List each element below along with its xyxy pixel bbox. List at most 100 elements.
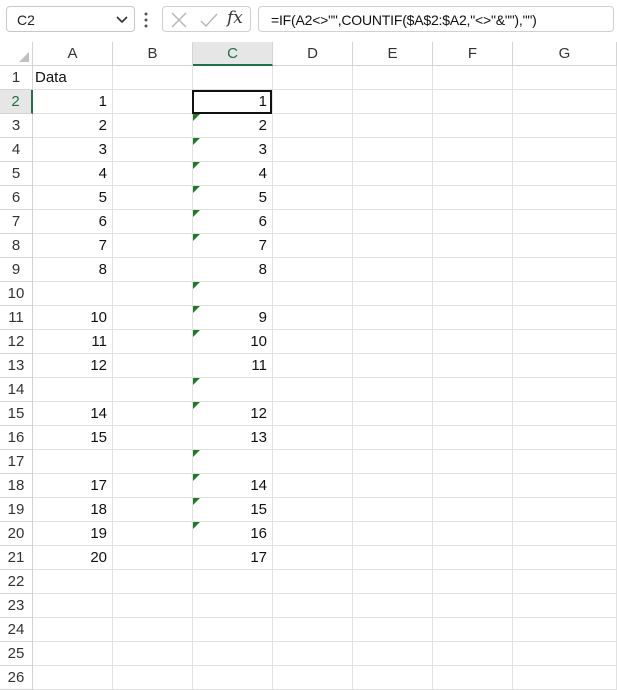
cell-g20[interactable] (513, 522, 617, 546)
more-options-icon[interactable] (143, 11, 149, 29)
error-indicator-icon[interactable] (193, 522, 200, 529)
cell-b2[interactable] (113, 90, 193, 114)
cell-c14[interactable] (193, 378, 273, 402)
cell-g8[interactable] (513, 234, 617, 258)
cell-a15[interactable]: 14 (33, 402, 113, 426)
cell-a6[interactable]: 5 (33, 186, 113, 210)
cell-g17[interactable] (513, 450, 617, 474)
name-box[interactable]: C2 (6, 6, 135, 32)
cell-b21[interactable] (113, 546, 193, 570)
cell-e15[interactable] (353, 402, 433, 426)
cell-c18[interactable]: 14 (193, 474, 273, 498)
cell-a4[interactable]: 3 (33, 138, 113, 162)
error-indicator-icon[interactable] (193, 450, 200, 457)
cell-f20[interactable] (433, 522, 513, 546)
cell-d13[interactable] (273, 354, 353, 378)
cell-c6[interactable]: 5 (193, 186, 273, 210)
error-indicator-icon[interactable] (193, 210, 200, 217)
cell-e21[interactable] (353, 546, 433, 570)
cell-d7[interactable] (273, 210, 353, 234)
cell-g10[interactable] (513, 282, 617, 306)
cell-f26[interactable] (433, 666, 513, 690)
cell-c17[interactable] (193, 450, 273, 474)
error-indicator-icon[interactable] (193, 114, 200, 121)
cell-e16[interactable] (353, 426, 433, 450)
cell-c24[interactable] (193, 618, 273, 642)
cell-f2[interactable] (433, 90, 513, 114)
cell-a21[interactable]: 20 (33, 546, 113, 570)
cell-f23[interactable] (433, 594, 513, 618)
cell-e4[interactable] (353, 138, 433, 162)
cell-b22[interactable] (113, 570, 193, 594)
cell-b18[interactable] (113, 474, 193, 498)
cell-a11[interactable]: 10 (33, 306, 113, 330)
cell-b26[interactable] (113, 666, 193, 690)
error-indicator-icon[interactable] (193, 474, 200, 481)
cell-d4[interactable] (273, 138, 353, 162)
cell-c7[interactable]: 6 (193, 210, 273, 234)
cell-f5[interactable] (433, 162, 513, 186)
error-indicator-icon[interactable] (193, 402, 200, 409)
cell-a1[interactable]: Data (33, 66, 113, 90)
cell-b5[interactable] (113, 162, 193, 186)
cell-c25[interactable] (193, 642, 273, 666)
cell-g26[interactable] (513, 666, 617, 690)
cell-c4[interactable]: 3 (193, 138, 273, 162)
column-header-a[interactable]: A (33, 42, 113, 66)
cell-e7[interactable] (353, 210, 433, 234)
column-header-b[interactable]: B (113, 42, 193, 66)
row-header-8[interactable]: 8 (0, 234, 33, 258)
row-header-26[interactable]: 26 (0, 666, 33, 690)
cell-e17[interactable] (353, 450, 433, 474)
row-header-25[interactable]: 25 (0, 642, 33, 666)
cell-f9[interactable] (433, 258, 513, 282)
cell-e9[interactable] (353, 258, 433, 282)
cell-g14[interactable] (513, 378, 617, 402)
cell-f24[interactable] (433, 618, 513, 642)
cell-f8[interactable] (433, 234, 513, 258)
cell-d12[interactable] (273, 330, 353, 354)
cell-a23[interactable] (33, 594, 113, 618)
cell-f15[interactable] (433, 402, 513, 426)
cell-e18[interactable] (353, 474, 433, 498)
row-header-24[interactable]: 24 (0, 618, 33, 642)
cell-c26[interactable] (193, 666, 273, 690)
cell-f22[interactable] (433, 570, 513, 594)
row-header-13[interactable]: 13 (0, 354, 33, 378)
cell-g5[interactable] (513, 162, 617, 186)
cell-f4[interactable] (433, 138, 513, 162)
cell-e11[interactable] (353, 306, 433, 330)
cell-g3[interactable] (513, 114, 617, 138)
cell-c1[interactable] (193, 66, 273, 90)
row-header-14[interactable]: 14 (0, 378, 33, 402)
cell-d8[interactable] (273, 234, 353, 258)
cell-d25[interactable] (273, 642, 353, 666)
cell-d18[interactable] (273, 474, 353, 498)
cell-b24[interactable] (113, 618, 193, 642)
cell-e12[interactable] (353, 330, 433, 354)
cell-f13[interactable] (433, 354, 513, 378)
cancel-icon[interactable] (169, 10, 189, 30)
error-indicator-icon[interactable] (193, 186, 200, 193)
row-header-9[interactable]: 9 (0, 258, 33, 282)
cell-g11[interactable] (513, 306, 617, 330)
cell-c3[interactable]: 2 (193, 114, 273, 138)
cell-e19[interactable] (353, 498, 433, 522)
error-indicator-icon[interactable] (193, 498, 200, 505)
row-header-3[interactable]: 3 (0, 114, 33, 138)
cell-f14[interactable] (433, 378, 513, 402)
cell-f6[interactable] (433, 186, 513, 210)
cell-g9[interactable] (513, 258, 617, 282)
cell-c9[interactable]: 8 (193, 258, 273, 282)
error-indicator-icon[interactable] (193, 306, 200, 313)
cell-c11[interactable]: 9 (193, 306, 273, 330)
cell-c20[interactable]: 16 (193, 522, 273, 546)
cell-a22[interactable] (33, 570, 113, 594)
cell-b25[interactable] (113, 642, 193, 666)
cell-b10[interactable] (113, 282, 193, 306)
cell-f3[interactable] (433, 114, 513, 138)
row-header-12[interactable]: 12 (0, 330, 33, 354)
cell-f16[interactable] (433, 426, 513, 450)
cell-g4[interactable] (513, 138, 617, 162)
error-indicator-icon[interactable] (193, 378, 200, 385)
